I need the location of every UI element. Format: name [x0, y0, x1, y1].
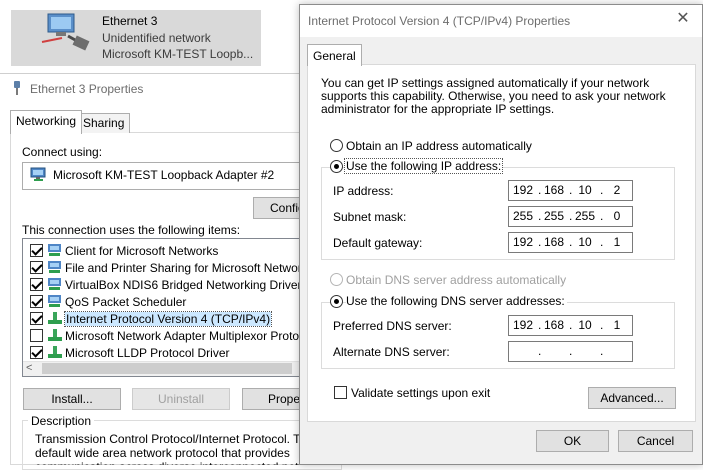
item-checkbox[interactable]: [30, 261, 43, 274]
ip-dot: .: [600, 318, 604, 332]
ethernet-properties-title: Ethernet 3 Properties: [30, 82, 144, 96]
item-checkbox[interactable]: [30, 312, 43, 325]
preferred-dns-label: Preferred DNS server:: [333, 319, 452, 333]
obtain-dns-auto-radio[interactable]: [330, 273, 343, 286]
obtain-dns-auto-label[interactable]: Obtain DNS server address automatically: [346, 273, 566, 287]
connect-using-label: Connect using:: [22, 145, 103, 159]
item-checkbox[interactable]: [30, 244, 43, 257]
validate-label[interactable]: Validate settings upon exit: [351, 386, 490, 400]
connection-status: Unidentified network: [102, 31, 211, 45]
ipv4-dialog-title: Internet Protocol Version 4 (TCP/IPv4) P…: [308, 14, 571, 28]
ip-address-label: IP address:: [333, 184, 394, 198]
network-service-icon: [48, 278, 61, 290]
tab-sharing[interactable]: Sharing: [77, 113, 131, 133]
ip-dot: .: [569, 209, 573, 223]
network-service-icon: [48, 261, 61, 273]
scroll-left-arrow[interactable]: <: [26, 361, 41, 376]
ip-dot: .: [569, 183, 573, 197]
ipv4-intro-text: You can get IP settings assigned automat…: [321, 76, 666, 116]
tab-networking[interactable]: Networking: [10, 110, 83, 134]
ip-octet: 168: [543, 318, 565, 332]
cancel-button[interactable]: Cancel: [618, 430, 693, 452]
scroll-thumb[interactable]: [42, 363, 292, 374]
advanced-button[interactable]: Advanced...: [588, 387, 676, 409]
ip-dot: .: [538, 318, 542, 332]
validate-checkbox[interactable]: [334, 386, 347, 399]
ip-dot: .: [538, 209, 542, 223]
ip-address-input[interactable]: 192 . 168 . 10 . 2: [508, 180, 633, 201]
alternate-dns-input[interactable]: . . .: [508, 341, 633, 362]
ip-octet: 0: [613, 209, 621, 223]
network-service-icon: [48, 295, 61, 307]
uninstall-button[interactable]: Uninstall: [132, 388, 230, 410]
connection-name: Ethernet 3: [102, 14, 158, 28]
ip-dot: .: [600, 183, 604, 197]
ip-octet: 10: [578, 318, 592, 332]
ip-octet: 255: [574, 209, 596, 223]
ip-octet: 1: [613, 235, 621, 249]
protocol-icon: [48, 329, 62, 341]
item-label: QoS Packet Scheduler: [65, 295, 187, 309]
network-adapter-icon: [41, 13, 90, 51]
obtain-ip-auto-radio[interactable]: [330, 139, 343, 152]
ip-dot: .: [569, 344, 573, 358]
ip-dot: .: [569, 318, 573, 332]
description-legend: Description: [28, 414, 95, 428]
ip-dot: .: [569, 235, 573, 249]
item-checkbox[interactable]: [30, 346, 43, 359]
ip-octet: 192: [512, 235, 534, 249]
use-following-dns-radio[interactable]: [330, 295, 343, 308]
network-plug-icon: [14, 81, 20, 95]
install-button[interactable]: Install...: [23, 388, 121, 410]
item-checkbox[interactable]: [30, 278, 43, 291]
ip-octet: 10: [578, 183, 592, 197]
ok-button[interactable]: OK: [536, 430, 609, 452]
ip-dot: .: [600, 235, 604, 249]
ip-octet: 168: [543, 183, 565, 197]
connection-device: Microsoft KM-TEST Loopb...: [102, 47, 254, 61]
use-following-ip-radio[interactable]: [330, 160, 343, 173]
adapter-name: Microsoft KM-TEST Loopback Adapter #2: [53, 168, 275, 182]
ip-octet: 192: [512, 318, 534, 332]
item-label: VirtualBox NDIS6 Bridged Networking Driv…: [65, 278, 302, 292]
item-label: File and Printer Sharing for Microsoft N…: [65, 261, 314, 275]
item-label: Microsoft Network Adapter Multiplexor Pr…: [65, 329, 315, 343]
preferred-dns-input[interactable]: 192 . 168 . 10 . 1: [508, 315, 633, 336]
items-label: This connection uses the following items…: [22, 223, 241, 237]
ip-dot: .: [600, 209, 604, 223]
ip-dot: .: [538, 344, 542, 358]
adapter-icon: [30, 167, 46, 181]
close-icon[interactable]: ✕: [672, 8, 694, 30]
ip-dot: .: [538, 183, 542, 197]
item-label: Client for Microsoft Networks: [65, 244, 219, 258]
use-following-ip-label[interactable]: Use the following IP address:: [343, 158, 504, 174]
protocol-icon: [48, 346, 62, 358]
ip-octet: 255: [543, 209, 565, 223]
item-checkbox[interactable]: [30, 295, 43, 308]
alternate-dns-label: Alternate DNS server:: [333, 345, 450, 359]
subnet-mask-input[interactable]: 255 . 255 . 255 . 0: [508, 206, 633, 227]
ip-dot: .: [600, 344, 604, 358]
item-label: Microsoft LLDP Protocol Driver: [65, 346, 230, 360]
network-client-icon: [48, 244, 61, 256]
default-gateway-input[interactable]: 192 . 168 . 10 . 1: [508, 232, 633, 253]
protocol-icon: [48, 312, 62, 324]
ip-octet: 2: [613, 183, 621, 197]
ip-octet: 192: [512, 183, 534, 197]
ip-octet: 255: [512, 209, 534, 223]
ip-octet: 1: [613, 318, 621, 332]
default-gateway-label: Default gateway:: [333, 236, 423, 250]
item-label: Internet Protocol Version 4 (TCP/IPv4): [63, 311, 273, 327]
ip-dot: .: [538, 235, 542, 249]
item-checkbox[interactable]: [30, 329, 43, 342]
ip-octet: 168: [543, 235, 565, 249]
description-text: Transmission Control Protocol/Internet P…: [35, 432, 333, 465]
subnet-mask-label: Subnet mask:: [333, 210, 407, 224]
use-following-dns-label[interactable]: Use the following DNS server addresses:: [346, 294, 567, 308]
obtain-ip-auto-label[interactable]: Obtain an IP address automatically: [346, 139, 532, 153]
tab-general[interactable]: General: [307, 44, 362, 66]
ip-octet: 10: [578, 235, 592, 249]
